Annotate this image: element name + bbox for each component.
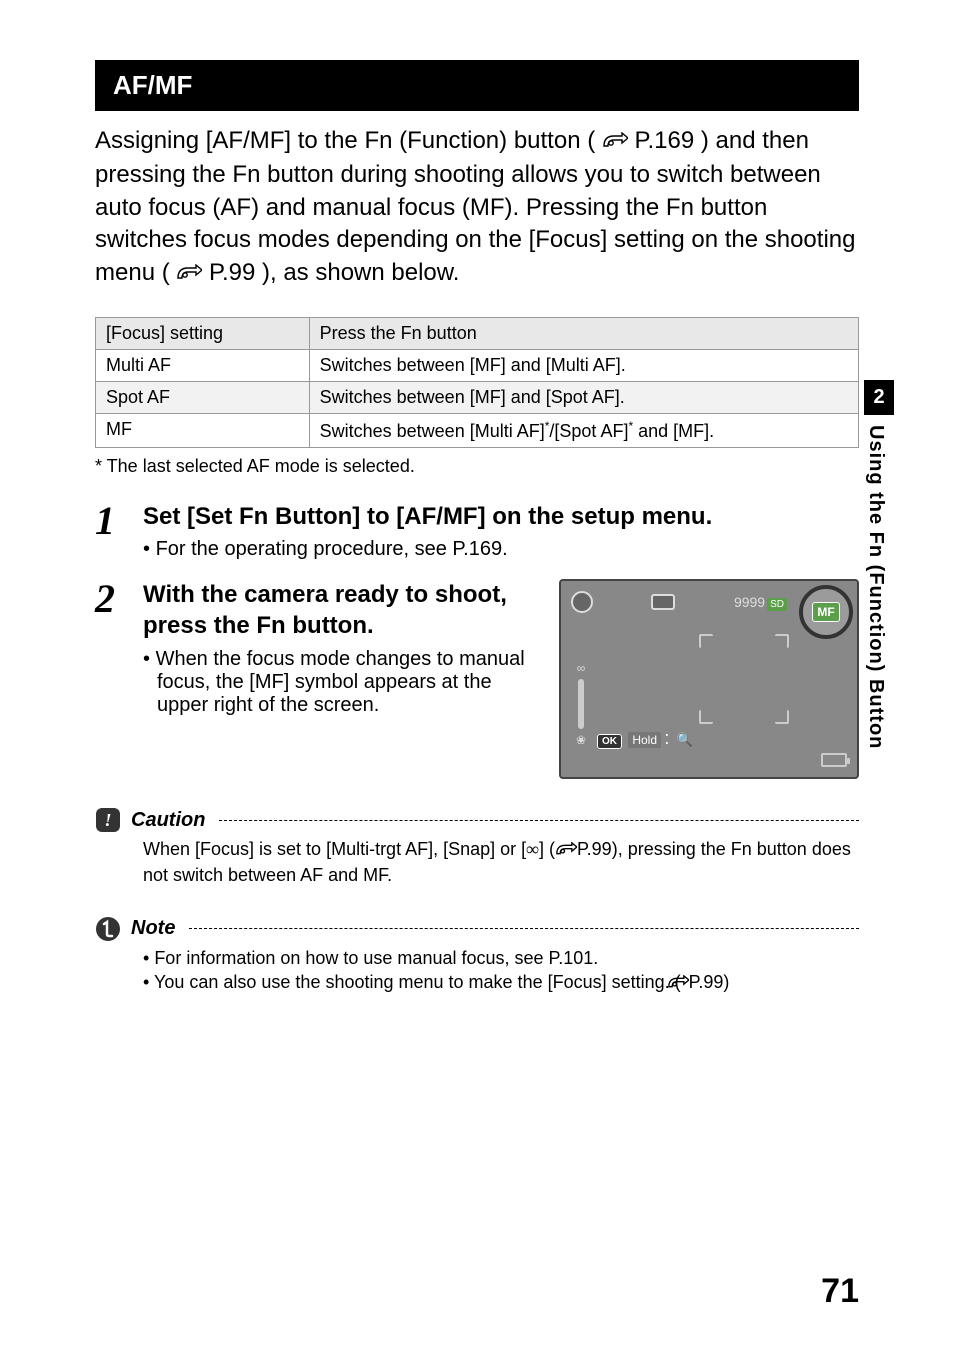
af-corner [775,710,789,724]
callout-header: Note [95,916,859,942]
step-body: With the camera ready to shoot, press th… [143,579,859,779]
intro-ref-1: P.169 [635,127,695,154]
reference-icon [681,972,689,996]
step-subtext: For the operating procedure, see P.169. [157,538,859,561]
cell-action-b: /[Spot AF] [549,421,628,441]
camera-screen-preview: 9999SD MF ∞ ❀ [559,579,859,779]
intro-text-3: ), as shown below. [262,259,459,286]
callout-header: ! Caution [95,807,859,833]
dashed-rule [219,820,859,821]
caution-title: Caution [131,809,205,832]
cell-action-a: Switches between [Multi AF] [320,421,545,441]
focus-setting-table: [Focus] setting Press the Fn button Mult… [95,317,859,448]
mf-highlight-circle: MF [799,585,853,639]
step-number: 2 [95,579,143,779]
step-title: Set [Set Fn Button] to [AF/MF] on the se… [143,501,859,532]
svg-text:!: ! [104,810,111,830]
af-corner [775,634,789,648]
section-title-bar: AF/MF [95,60,859,111]
macro-icon: ❀ [576,733,586,747]
step-title: With the camera ready to shoot, press th… [143,579,541,641]
cell-focus: Spot AF [96,381,310,413]
note-callout: Note For information on how to use manua… [95,916,859,997]
intro-paragraph: Assigning [AF/MF] to the Fn (Function) b… [95,125,859,291]
steps-list: 1 Set [Set Fn Button] to [AF/MF] on the … [95,501,859,779]
caution-callout: ! Caution When [Focus] is set to [Multi-… [95,807,859,888]
magnify-icon: 🔍 [677,732,693,747]
af-frame [629,634,789,724]
dashed-rule [189,928,859,929]
table-header-row: [Focus] setting Press the Fn button [96,317,859,349]
af-corner [699,634,713,648]
caution-text-a: When [Focus] is set to [Multi-trgt AF], … [143,839,526,859]
reference-icon [602,127,628,159]
table-header-focus: [Focus] setting [96,317,310,349]
ok-button-label: OK [597,734,622,749]
chapter-title: Using the Fn (Function) Button [864,425,887,749]
reference-icon [176,259,202,291]
note-ref: P.99 [689,972,724,992]
note-title: Note [131,917,175,940]
step-body: Set [Set Fn Button] to [AF/MF] on the se… [143,501,859,561]
note-icon [95,916,121,942]
caution-text-b: ] ( [539,839,555,859]
screen-top-indicators: 9999SD [571,591,787,613]
page: AF/MF Assigning [AF/MF] to the Fn (Funct… [0,0,954,1345]
cell-action: Switches between [MF] and [Multi AF]. [309,349,858,381]
cell-focus: Multi AF [96,349,310,381]
note-text-a: You can also use the shooting menu to ma… [154,972,681,992]
caution-icon: ! [95,807,121,833]
note-text: For information on how to use manual foc… [154,948,598,968]
focus-distance-bar: ∞ ❀ [571,661,591,747]
intro-text-1: Assigning [AF/MF] to the Fn (Function) b… [95,127,595,154]
table-row: Spot AF Switches between [MF] and [Spot … [96,381,859,413]
caution-body: When [Focus] is set to [Multi-trgt AF], … [143,837,859,888]
mf-badge: MF [812,602,839,622]
step-1: 1 Set [Set Fn Button] to [AF/MF] on the … [95,501,859,561]
af-corner [699,710,713,724]
side-tab: 2 Using the Fn (Function) Button [864,380,894,749]
shot-counter: 9999SD [734,594,787,610]
caution-ref: P.99 [577,839,612,859]
battery-icon [821,753,847,767]
table-header-fn: Press the Fn button [309,317,858,349]
step-subtext-span: For the operating procedure, see P.169. [156,538,508,560]
shot-count-value: 9999 [734,594,765,610]
table-row: MF Switches between [Multi AF]*/[Spot AF… [96,413,859,447]
step-subtext: When the focus mode changes to manual fo… [157,648,541,717]
table-footnote: * The last selected AF mode is selected. [95,456,859,477]
infinity-icon: ∞ [577,661,586,675]
step-2: 2 With the camera ready to shoot, press … [95,579,859,779]
cell-action: Switches between [Multi AF]*/[Spot AF]* … [309,413,858,447]
step-text-column: With the camera ready to shoot, press th… [143,579,541,716]
ok-hold-hint: OK Hold : 🔍 [597,728,693,749]
hold-label: Hold [628,732,661,748]
step-number: 1 [95,501,143,561]
colon: : [664,728,669,748]
camera-icon [651,594,675,610]
note-text-b: ) [723,972,729,992]
table-row: Multi AF Switches between [MF] and [Mult… [96,349,859,381]
cell-focus: MF [96,413,310,447]
intro-ref-2: P.99 [209,259,255,286]
step-subtext-span: When the focus mode changes to manual fo… [156,648,525,716]
reference-icon [555,839,577,863]
cell-action: Switches between [MF] and [Spot AF]. [309,381,858,413]
chapter-number: 2 [864,380,894,415]
page-number: 71 [821,1272,859,1311]
infinity-symbol: ∞ [526,839,539,859]
sd-badge: SD [767,598,787,611]
note-body: For information on how to use manual foc… [143,946,859,997]
note-bullet-2: You can also use the shooting menu to ma… [157,970,859,996]
gauge [578,679,584,729]
cell-action-c: and [MF]. [633,421,714,441]
flash-icon [571,591,593,613]
note-bullet-1: For information on how to use manual foc… [157,946,859,970]
